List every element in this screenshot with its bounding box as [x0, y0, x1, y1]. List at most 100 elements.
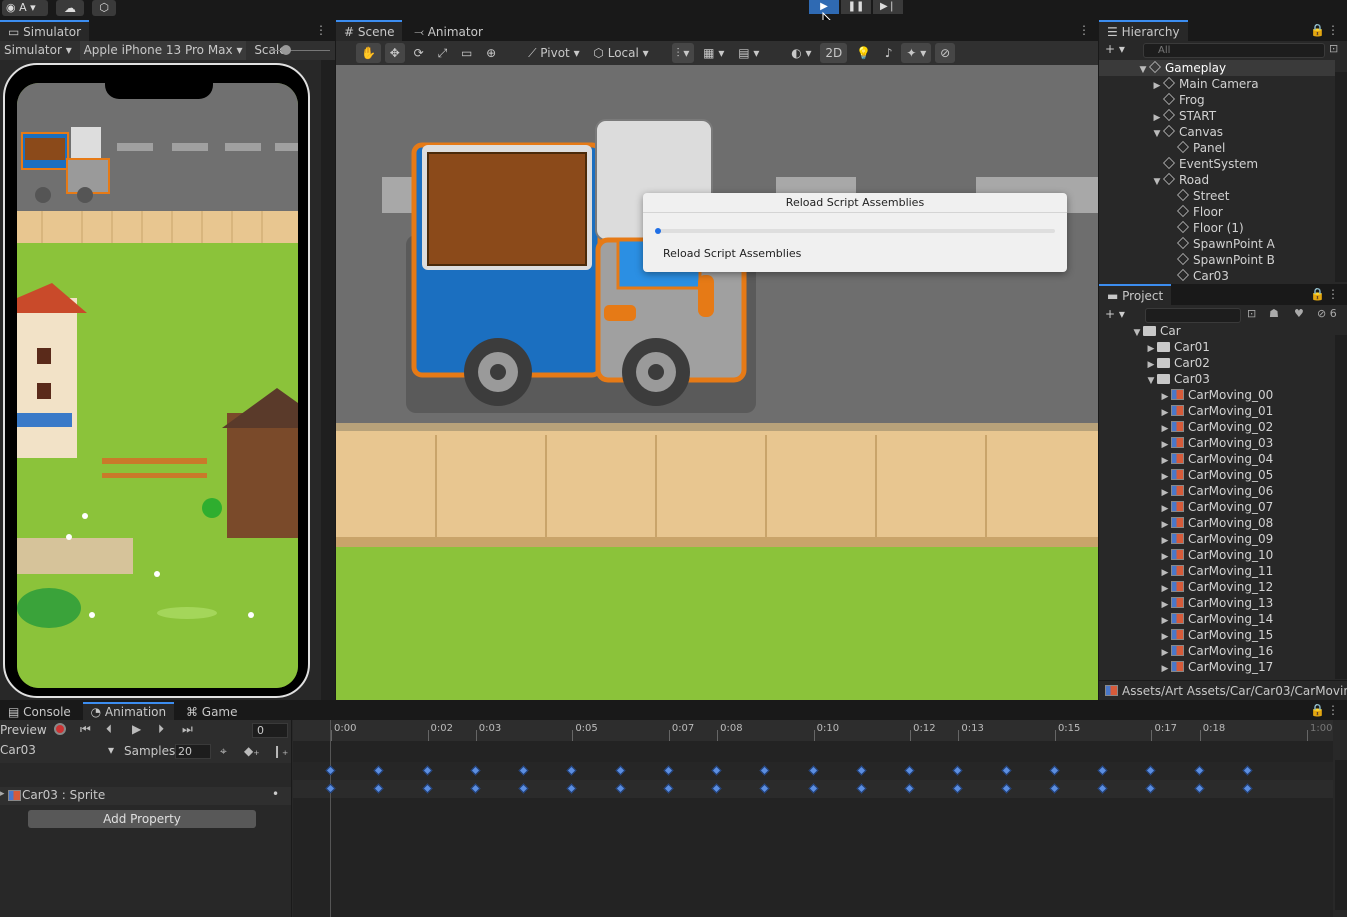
- tab-animator[interactable]: ⤙ Animator: [406, 22, 491, 43]
- hierarchy-item[interactable]: Frog: [1099, 92, 1335, 108]
- summary-keyframe[interactable]: [1001, 765, 1012, 776]
- increment-snap-icon[interactable]: ▤ ▾: [733, 43, 764, 63]
- summary-keyframe[interactable]: [1097, 765, 1108, 776]
- dopesheet[interactable]: 0:00 0:02 0:03 0:05 0:07 0:08 0:10 0:12 0:13 0:15…: [293, 720, 1333, 917]
- expanded-arrow-icon[interactable]: ▼: [1137, 62, 1149, 78]
- hierarchy-item[interactable]: ▶ START: [1099, 108, 1335, 124]
- mode-2d-button[interactable]: 2D: [820, 43, 848, 63]
- hierarchy-item[interactable]: ▼ Canvas: [1099, 124, 1335, 140]
- expanded-arrow-icon[interactable]: ▼: [1151, 126, 1163, 142]
- summary-keyframe[interactable]: [373, 765, 384, 776]
- summary-keyframe[interactable]: [325, 765, 336, 776]
- collab-icon[interactable]: ⬡: [92, 0, 116, 16]
- record-button[interactable]: [54, 723, 66, 735]
- move-tool-icon[interactable]: ✥: [384, 43, 405, 63]
- hierarchy-search-input[interactable]: All: [1143, 43, 1325, 58]
- sprite-keyframe[interactable]: [373, 783, 384, 794]
- lighting-icon[interactable]: 💡: [851, 43, 876, 63]
- tab-scene[interactable]: # Scene: [336, 20, 403, 41]
- hierarchy-item[interactable]: EventSystem: [1099, 156, 1335, 172]
- effects-icon[interactable]: ✦ ▾: [901, 43, 932, 63]
- summary-keyframe[interactable]: [1194, 765, 1205, 776]
- pivot-dropdown[interactable]: ⟋ Pivot ▾: [523, 43, 585, 63]
- hierarchy-scrollbar[interactable]: [1335, 72, 1347, 282]
- sprite-keyframe[interactable]: [470, 783, 481, 794]
- panel-menu-icon[interactable]: ⋮: [1078, 23, 1090, 37]
- play-animation-icon[interactable]: ▶: [132, 722, 141, 736]
- sprite-keyframe[interactable]: [952, 783, 963, 794]
- panel-menu-icon[interactable]: ⋮: [1327, 23, 1339, 37]
- hierarchy-item[interactable]: SpawnPoint B: [1099, 252, 1335, 268]
- simulator-mode-dropdown[interactable]: Simulator ▾: [0, 41, 76, 60]
- scale-slider[interactable]: [270, 50, 330, 51]
- scale-slider-handle[interactable]: [281, 45, 291, 55]
- expanded-arrow-icon[interactable]: ▼: [1131, 325, 1143, 341]
- scale-tool-icon[interactable]: ⤢: [433, 43, 453, 63]
- panel-menu-icon[interactable]: ⋮: [1327, 287, 1339, 301]
- cloud-icon[interactable]: ☁: [56, 0, 84, 16]
- project-item[interactable]: ▶ CarMoving_01: [1099, 403, 1335, 419]
- audio-icon[interactable]: ♪: [880, 43, 898, 63]
- project-item[interactable]: ▶ CarMoving_03: [1099, 435, 1335, 451]
- summary-keyframe[interactable]: [711, 765, 722, 776]
- device-dropdown[interactable]: Apple iPhone 13 Pro Max ▾: [79, 41, 247, 60]
- summary-keyframe[interactable]: [615, 765, 626, 776]
- tab-game[interactable]: ⌘ Game: [178, 703, 246, 721]
- sprite-keyframe[interactable]: [1097, 783, 1108, 794]
- sprite-keyframe[interactable]: [325, 783, 336, 794]
- sprite-keyframe[interactable]: [904, 783, 915, 794]
- project-item[interactable]: ▼ Car03: [1099, 371, 1335, 387]
- sprite-keyframe[interactable]: [1194, 783, 1205, 794]
- tab-console[interactable]: ▤ Console: [0, 703, 79, 721]
- sprite-keyframe[interactable]: [1146, 783, 1156, 794]
- frame-field[interactable]: 0: [252, 723, 288, 738]
- pause-button[interactable]: ❚❚: [841, 0, 871, 14]
- summary-keyframe[interactable]: [904, 765, 915, 776]
- lock-icon[interactable]: 🔒: [1310, 703, 1325, 717]
- project-item[interactable]: ▶ Car02: [1099, 355, 1335, 371]
- transform-tool-icon[interactable]: ⊕: [481, 43, 501, 63]
- project-item[interactable]: ▶ CarMoving_15: [1099, 627, 1335, 643]
- lock-icon[interactable]: 🔒: [1310, 23, 1325, 37]
- account-button[interactable]: ◉ A ▾: [2, 0, 48, 16]
- project-item[interactable]: ▼ Car: [1099, 323, 1335, 339]
- sprite-keyframe[interactable]: [566, 783, 577, 794]
- sprite-keyframe[interactable]: [1001, 783, 1012, 794]
- project-item[interactable]: ▶ CarMoving_04: [1099, 451, 1335, 467]
- project-item[interactable]: ▶ CarMoving_10: [1099, 547, 1335, 563]
- project-item[interactable]: ▶ CarMoving_11: [1099, 563, 1335, 579]
- expanded-arrow-icon[interactable]: ▼: [1145, 373, 1157, 389]
- previous-key-icon[interactable]: ⏴: [106, 722, 112, 737]
- hierarchy-item[interactable]: Street: [1099, 188, 1335, 204]
- search-by-type-icon[interactable]: ⊡: [1247, 307, 1256, 320]
- hierarchy-item[interactable]: ▶ Main Camera: [1099, 76, 1335, 92]
- project-item[interactable]: ▶ Car01: [1099, 339, 1335, 355]
- property-menu-icon[interactable]: •: [272, 787, 279, 801]
- sprite-keyframe[interactable]: [518, 783, 529, 794]
- hand-tool-icon[interactable]: ✋: [356, 43, 381, 63]
- summary-keyframe[interactable]: [759, 765, 770, 776]
- summary-keyframe[interactable]: [952, 765, 963, 776]
- last-key-icon[interactable]: ⏭: [182, 722, 193, 737]
- add-keyframe-icon[interactable]: ⌖: [220, 744, 227, 759]
- hierarchy-item[interactable]: Panel: [1099, 140, 1335, 156]
- sprite-keyframe[interactable]: [422, 783, 432, 794]
- tab-project[interactable]: ▬ Project: [1099, 284, 1172, 305]
- project-item[interactable]: ▶ CarMoving_13: [1099, 595, 1335, 611]
- project-item[interactable]: ▶ CarMoving_07: [1099, 499, 1335, 515]
- samples-field[interactable]: 20: [175, 744, 211, 759]
- summary-keyframe[interactable]: [663, 765, 674, 776]
- add-event-icon[interactable]: ❙₊: [272, 744, 288, 758]
- summary-keyframe[interactable]: [856, 765, 867, 776]
- summary-keyframe[interactable]: [470, 765, 481, 776]
- summary-keyframe[interactable]: [1146, 765, 1156, 776]
- project-item[interactable]: ▶ CarMoving_02: [1099, 419, 1335, 435]
- property-row[interactable]: ▸ Car03 : Sprite •: [0, 787, 291, 805]
- project-item[interactable]: ▶ CarMoving_12: [1099, 579, 1335, 595]
- project-item[interactable]: ▶ CarMoving_05: [1099, 467, 1335, 483]
- game-preview[interactable]: [17, 83, 298, 688]
- tab-animation[interactable]: ◔ Animation: [82, 702, 175, 720]
- summary-keyframe[interactable]: [566, 765, 577, 776]
- favorites-icon[interactable]: ♥: [1294, 307, 1304, 320]
- hierarchy-item[interactable]: ▼ Road: [1099, 172, 1335, 188]
